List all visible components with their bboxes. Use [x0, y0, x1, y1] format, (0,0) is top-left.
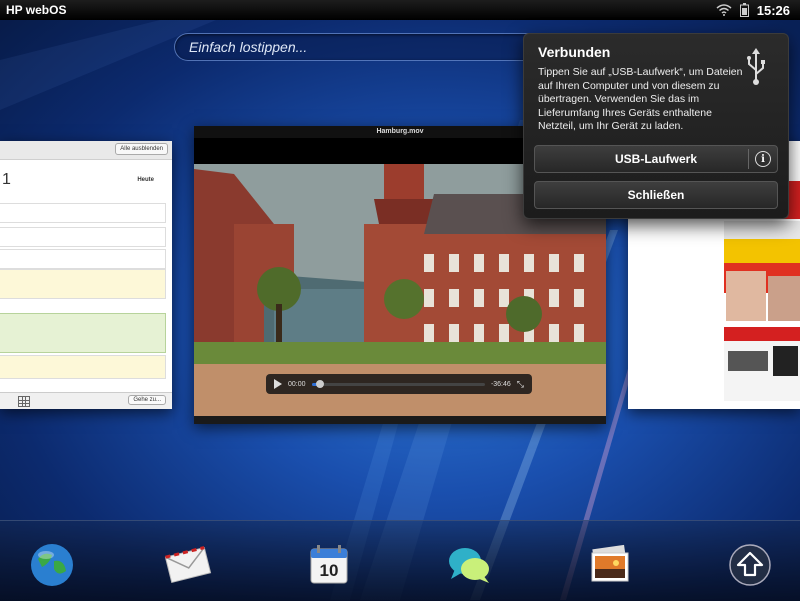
messaging-icon[interactable]: [445, 541, 493, 589]
calendar-day-number: 1: [2, 171, 11, 188]
launcher-arrow-icon[interactable]: [726, 541, 774, 589]
clock[interactable]: 15:26: [757, 3, 790, 18]
calendar-day-label: 10: [319, 561, 339, 580]
browser-globe-icon[interactable]: [28, 541, 76, 589]
close-label: Schließen: [627, 188, 685, 202]
calendar-event-row[interactable]: [0, 355, 166, 379]
usb-drive-button[interactable]: USB-Laufwerk i: [534, 145, 778, 173]
dock-bar: 10: [0, 520, 800, 601]
search-placeholder: Einfach lostippen...: [189, 39, 308, 55]
notification-message: Tippen Sie auf „USB-Laufwerk“, um Dateie…: [538, 66, 743, 132]
hide-all-button[interactable]: Alle ausblenden: [115, 143, 168, 155]
brand-label[interactable]: HP webOS: [6, 3, 66, 17]
today-button[interactable]: Heute: [137, 177, 154, 183]
info-icon[interactable]: i: [755, 151, 771, 167]
video-time-elapsed: 00:00: [288, 380, 306, 388]
status-bar: HP webOS 15:26: [0, 0, 800, 20]
calendar-event-row[interactable]: [0, 313, 166, 353]
month-grid-icon[interactable]: [18, 396, 30, 407]
calendar-footer: Gehe zu...: [0, 392, 172, 409]
play-icon[interactable]: [274, 379, 282, 389]
goto-button[interactable]: Gehe zu...: [128, 395, 166, 405]
calendar-row: [0, 227, 166, 247]
usb-drive-label: USB-Laufwerk: [614, 152, 697, 166]
wifi-icon: [716, 4, 732, 16]
calendar-event-row[interactable]: [0, 269, 166, 299]
usb-icon: [747, 48, 765, 85]
search-input[interactable]: Einfach lostippen...: [174, 33, 554, 61]
calendar-icon[interactable]: 10: [305, 541, 353, 589]
battery-icon: [739, 3, 749, 17]
button-divider: [748, 149, 749, 169]
video-time-remaining: -36:46: [490, 380, 511, 388]
video-controls[interactable]: 00:00 -36:46 ⤡: [266, 374, 532, 394]
calendar-topbar: Alle ausblenden: [0, 141, 172, 160]
email-envelope-icon[interactable]: [164, 541, 212, 589]
notification-title: Verbunden: [538, 44, 611, 60]
close-button[interactable]: Schließen: [534, 181, 778, 209]
fullscreen-icon[interactable]: ⤡: [517, 379, 524, 390]
video-seek-knob[interactable]: [316, 379, 325, 388]
usb-notification: Verbunden Tippen Sie auf „USB-Laufwerk“,…: [523, 33, 789, 219]
calendar-row: [0, 249, 166, 269]
video-bottom-bar: [194, 416, 606, 424]
card-calendar[interactable]: Alle ausblenden 1 Heute Gehe zu...: [0, 141, 172, 409]
video-seek-slider[interactable]: [311, 379, 485, 388]
calendar-row: [0, 203, 166, 223]
photos-icon[interactable]: [586, 541, 634, 589]
